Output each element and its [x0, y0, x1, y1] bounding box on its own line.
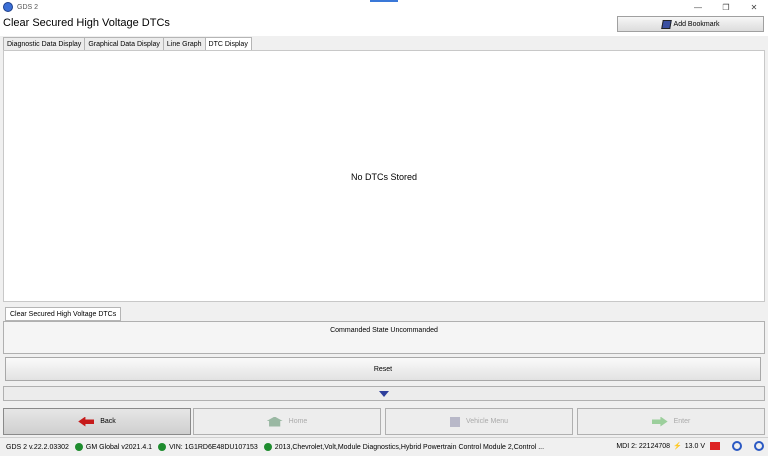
title-accent — [370, 0, 398, 2]
commanded-state-text: Commanded State Uncommanded — [330, 327, 438, 334]
title-bar: GDS 2 — ❐ ✕ — [0, 0, 768, 14]
zoom-in-icon[interactable] — [754, 441, 764, 451]
dtc-display-panel: No DTCs Stored — [3, 50, 765, 302]
vin-text: VIN: 1G1RD6E48DU107153 — [169, 443, 258, 451]
vehicle-menu-icon — [449, 416, 460, 427]
mail-icon[interactable] — [710, 442, 720, 450]
add-bookmark-button[interactable]: Add Bookmark — [617, 16, 764, 32]
navigation-bar: Back Home Vehicle Menu Enter — [0, 406, 768, 436]
version-text: GDS 2 v.22.2.03302 — [6, 443, 69, 451]
reset-button[interactable]: Reset — [5, 357, 761, 381]
enter-label: Enter — [673, 418, 691, 425]
minimize-button[interactable]: — — [684, 0, 712, 14]
status-right: MDI 2: 22124708 ⚡ 13.0 V — [616, 441, 764, 451]
enter-arrow-icon — [651, 416, 668, 427]
gm-global-status: GM Global v2021.4.1 — [74, 443, 153, 451]
page-title: Clear Secured High Voltage DTCs — [3, 17, 170, 29]
vehicle-menu-button[interactable]: Vehicle Menu — [385, 408, 573, 435]
status-ok-icon — [158, 443, 167, 451]
home-button[interactable]: Home — [193, 408, 381, 435]
status-ok-icon — [74, 443, 83, 451]
vin-status: VIN: 1G1RD6E48DU107153 — [158, 443, 258, 451]
vehicle-text: 2013,Chevrolet,Volt,Module Diagnostics,H… — [274, 443, 545, 451]
app-icon — [3, 2, 13, 12]
enter-button[interactable]: Enter — [577, 408, 765, 435]
vehicle-status: 2013,Chevrolet,Volt,Module Diagnostics,H… — [263, 443, 545, 451]
tab-graphical-data-display[interactable]: Graphical Data Display — [84, 37, 164, 50]
close-button[interactable]: ✕ — [740, 0, 768, 14]
commanded-state-panel: Commanded State Uncommanded — [3, 321, 765, 354]
back-label: Back — [100, 418, 116, 425]
header: Clear Secured High Voltage DTCs Add Book… — [0, 14, 768, 36]
vehicle-menu-label: Vehicle Menu — [465, 418, 509, 425]
home-icon — [266, 416, 283, 427]
window-controls: — ❐ ✕ — [684, 0, 768, 14]
tab-clear-secured-high-voltage-dtcs[interactable]: Clear Secured High Voltage DTCs — [5, 307, 122, 321]
home-label: Home — [288, 418, 308, 425]
add-bookmark-label: Add Bookmark — [673, 20, 720, 28]
tab-line-graph[interactable]: Line Graph — [162, 37, 206, 50]
restore-button[interactable]: ❐ — [712, 0, 740, 14]
display-tabs: Diagnostic Data Display Graphical Data D… — [3, 37, 252, 51]
gm-global-text: GM Global v2021.4.1 — [85, 443, 153, 451]
expand-bar[interactable] — [3, 386, 765, 401]
bolt-icon: ⚡ — [673, 443, 682, 450]
bookmark-icon — [660, 19, 672, 29]
status-ok-icon — [263, 443, 272, 451]
no-dtcs-message: No DTCs Stored — [350, 172, 418, 182]
back-button[interactable]: Back — [3, 408, 191, 435]
tab-dtc-display[interactable]: DTC Display — [204, 37, 252, 51]
voltage-text: 13.0 V — [684, 442, 705, 450]
window-title: GDS 2 — [17, 3, 39, 11]
status-bar: GDS 2 v.22.2.03302 GM Global v2021.4.1 V… — [0, 437, 768, 456]
chevron-down-icon — [379, 390, 389, 397]
back-arrow-icon — [78, 416, 95, 427]
mdi-text: MDI 2: 22124708 — [616, 442, 671, 450]
zoom-out-icon[interactable] — [732, 441, 742, 451]
tab-diagnostic-data-display[interactable]: Diagnostic Data Display — [3, 37, 86, 50]
